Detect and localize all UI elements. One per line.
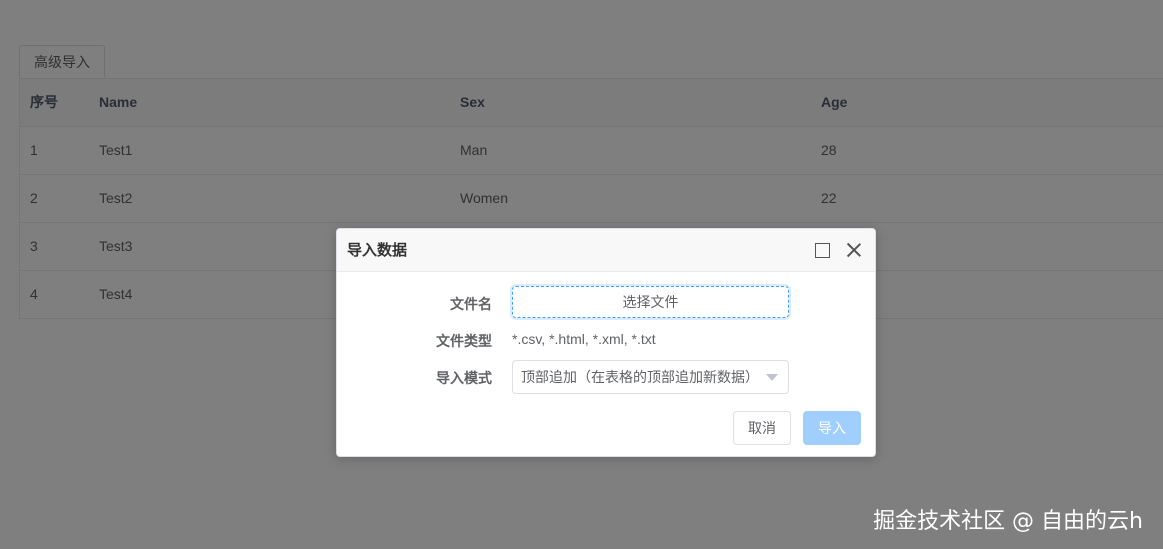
file-name-label: 文件名 bbox=[450, 296, 492, 312]
dialog-title: 导入数据 bbox=[347, 242, 408, 259]
import-mode-label: 导入模式 bbox=[436, 370, 492, 386]
caret-down-icon bbox=[766, 374, 778, 381]
file-type-label: 文件类型 bbox=[436, 333, 492, 349]
import-mode-select[interactable]: 顶部追加（在表格的顶部追加新数据） bbox=[512, 360, 789, 394]
import-mode-value: 顶部追加（在表格的顶部追加新数据） bbox=[521, 369, 759, 385]
import-button[interactable]: 导入 bbox=[803, 411, 861, 445]
maximize-icon[interactable] bbox=[815, 243, 830, 258]
file-type-value: *.csv, *.html, *.xml, *.txt bbox=[512, 331, 656, 347]
watermark: 掘金技术社区 @ 自由的云h bbox=[873, 509, 1143, 534]
choose-file-button[interactable]: 选择文件 bbox=[512, 286, 789, 318]
dialog-header: 导入数据 bbox=[337, 229, 875, 272]
cancel-button[interactable]: 取消 bbox=[733, 411, 791, 445]
close-icon[interactable] bbox=[843, 239, 865, 261]
import-dialog: 导入数据 文件名 选择文件 文件类型 *.csv, *.html, *.xml,… bbox=[336, 228, 876, 457]
